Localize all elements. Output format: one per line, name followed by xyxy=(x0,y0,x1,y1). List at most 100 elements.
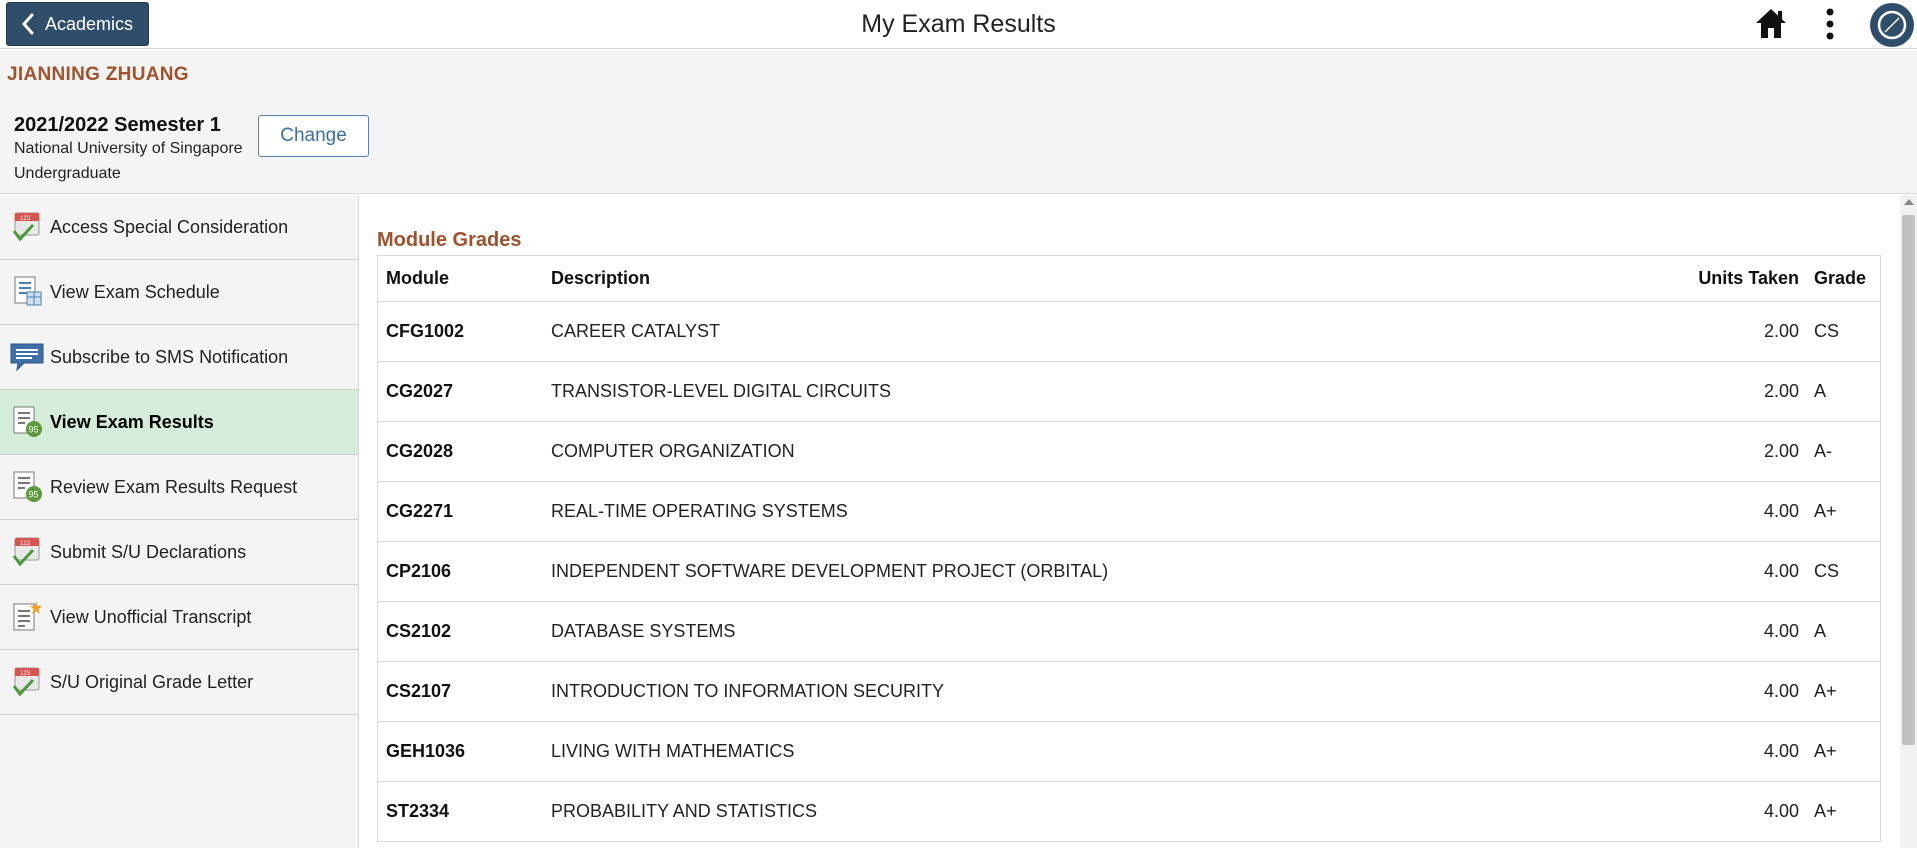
module-code: CG2027 xyxy=(386,381,454,401)
more-vertical-icon[interactable] xyxy=(1820,6,1840,42)
table-row: CFG1002 CAREER CATALYST 2.00 CS xyxy=(378,302,1880,362)
grade: A xyxy=(1814,621,1827,641)
grade: A+ xyxy=(1814,801,1837,821)
units-taken: 2.00 xyxy=(1763,321,1799,341)
module-description: PROBABILITY AND STATISTICS xyxy=(551,801,818,821)
sidebar-nav: 123 Access Special Consideration View Ex… xyxy=(0,195,359,848)
units-taken: 4.00 xyxy=(1763,501,1799,521)
grade: CS xyxy=(1814,561,1840,581)
career-label: Undergraduate xyxy=(14,165,121,182)
module-grades-table: Module Description Units Taken Grade CFG… xyxy=(377,255,1881,842)
svg-text:123: 123 xyxy=(20,541,31,547)
page-title: My Exam Results xyxy=(861,10,1056,38)
column-header-description[interactable]: Description xyxy=(551,256,1551,301)
sidebar-item-access-special-consideration[interactable]: 123 Access Special Consideration xyxy=(0,195,358,260)
column-header-module[interactable]: Module xyxy=(386,256,546,301)
scroll-up-arrow-icon[interactable] xyxy=(1904,199,1914,205)
sidebar-item-label: View Exam Results xyxy=(50,411,214,432)
back-button-label: Academics xyxy=(45,13,134,34)
sidebar-item-label: S/U Original Grade Letter xyxy=(50,671,254,692)
grade: A xyxy=(1814,381,1827,401)
sidebar-item-view-unofficial-transcript[interactable]: View Unofficial Transcript xyxy=(0,585,358,650)
table-row: CG2271 REAL-TIME OPERATING SYSTEMS 4.00 … xyxy=(378,482,1880,542)
module-description: INDEPENDENT SOFTWARE DEVELOPMENT PROJECT… xyxy=(551,561,1109,581)
results-badge-icon: 95 xyxy=(13,471,42,502)
calendar-check-icon: 123 xyxy=(12,212,40,242)
grade: A+ xyxy=(1814,501,1837,521)
calendar-check-icon: 123 xyxy=(12,537,40,567)
table-row: CG2028 COMPUTER ORGANIZATION 2.00 A- xyxy=(378,422,1880,482)
module-description: INTRODUCTION TO INFORMATION SECURITY xyxy=(551,681,945,701)
units-taken: 4.00 xyxy=(1763,561,1799,581)
module-code: CG2271 xyxy=(386,501,454,521)
sidebar-item-su-original-grade-letter[interactable]: 123 S/U Original Grade Letter xyxy=(0,650,358,715)
grade: A+ xyxy=(1814,741,1837,761)
institution-label: National University of Singapore xyxy=(14,140,243,157)
module-grades-title: Module Grades xyxy=(377,229,522,251)
sidebar-item-label: Submit S/U Declarations xyxy=(50,541,247,562)
sidebar-item-label: View Exam Schedule xyxy=(50,281,220,302)
module-code: CS2102 xyxy=(386,621,452,641)
module-description: DATABASE SYSTEMS xyxy=(551,621,736,641)
scrollbar-thumb[interactable] xyxy=(1902,215,1915,745)
column-header-grade[interactable]: Grade xyxy=(1814,256,1874,301)
sidebar-item-label: View Unofficial Transcript xyxy=(50,606,252,627)
column-header-units[interactable]: Units Taken xyxy=(1658,256,1799,301)
transcript-star-icon xyxy=(13,601,42,631)
main-content: Module Grades Module Description Units T… xyxy=(360,195,1900,848)
sidebar-item-view-exam-schedule[interactable]: View Exam Schedule xyxy=(0,260,358,325)
sidebar-item-label: Access Special Consideration xyxy=(50,216,289,237)
grade: CS xyxy=(1814,321,1840,341)
units-taken: 2.00 xyxy=(1763,381,1799,401)
table-row: CP2106 INDEPENDENT SOFTWARE DEVELOPMENT … xyxy=(378,542,1880,602)
svg-text:123: 123 xyxy=(20,216,31,222)
module-code: CP2106 xyxy=(386,561,452,581)
units-taken: 2.00 xyxy=(1763,441,1799,461)
module-code: ST2334 xyxy=(386,801,450,821)
table-header-row: Module Description Units Taken Grade xyxy=(378,256,1880,302)
module-code: GEH1036 xyxy=(386,741,466,761)
module-description: CAREER CATALYST xyxy=(551,321,721,341)
student-info-band: JIANNING ZHUANG 2021/2022 Semester 1 Nat… xyxy=(0,50,1917,194)
table-row: CG2027 TRANSISTOR-LEVEL DIGITAL CIRCUITS… xyxy=(378,362,1880,422)
home-icon[interactable] xyxy=(1754,6,1788,42)
units-taken: 4.00 xyxy=(1763,681,1799,701)
schedule-list-icon xyxy=(14,276,42,306)
units-taken: 4.00 xyxy=(1763,741,1799,761)
calendar-check-icon: 123 xyxy=(12,667,40,697)
grade: A- xyxy=(1814,441,1832,461)
grade: A+ xyxy=(1814,681,1837,701)
units-taken: 4.00 xyxy=(1763,621,1799,641)
change-term-button[interactable]: Change xyxy=(258,115,369,157)
term-label: 2021/2022 Semester 1 xyxy=(14,114,221,136)
back-button[interactable]: Academics xyxy=(6,2,149,46)
app-header: Academics My Exam Results xyxy=(0,0,1917,49)
module-code: CS2107 xyxy=(386,681,452,701)
sidebar-item-submit-su-declarations[interactable]: 123 Submit S/U Declarations xyxy=(0,520,358,585)
results-badge-icon: 95 xyxy=(13,406,42,437)
units-taken: 4.00 xyxy=(1763,801,1799,821)
table-row: ST2334 PROBABILITY AND STATISTICS 4.00 A… xyxy=(378,782,1880,842)
sidebar-item-review-exam-results-request[interactable]: 95 Review Exam Results Request xyxy=(0,455,358,520)
svg-text:123: 123 xyxy=(20,671,31,677)
chevron-left-icon xyxy=(21,13,34,35)
sidebar-item-subscribe-sms[interactable]: Subscribe to SMS Notification xyxy=(0,325,358,390)
module-code: CG2028 xyxy=(386,441,454,461)
module-code: CFG1002 xyxy=(386,321,465,341)
module-description: TRANSISTOR-LEVEL DIGITAL CIRCUITS xyxy=(551,381,892,401)
table-row: CS2107 INTRODUCTION TO INFORMATION SECUR… xyxy=(378,662,1880,722)
vertical-scrollbar[interactable] xyxy=(1900,195,1917,848)
table-row: CS2102 DATABASE SYSTEMS 4.00 A xyxy=(378,602,1880,662)
svg-text:95: 95 xyxy=(29,490,39,500)
sidebar-item-label: Review Exam Results Request xyxy=(50,476,298,497)
table-row: GEH1036 LIVING WITH MATHEMATICS 4.00 A+ xyxy=(378,722,1880,782)
student-name: JIANNING ZHUANG xyxy=(7,64,189,85)
message-bubble-icon xyxy=(10,343,44,372)
module-description: COMPUTER ORGANIZATION xyxy=(551,441,795,461)
module-description: REAL-TIME OPERATING SYSTEMS xyxy=(551,501,848,521)
sidebar-item-view-exam-results[interactable]: 95 View Exam Results xyxy=(0,390,358,455)
sidebar-item-label: Subscribe to SMS Notification xyxy=(50,346,289,367)
module-description: LIVING WITH MATHEMATICS xyxy=(551,741,795,761)
navbar-compass-icon[interactable] xyxy=(1869,2,1915,48)
svg-text:95: 95 xyxy=(29,425,39,435)
